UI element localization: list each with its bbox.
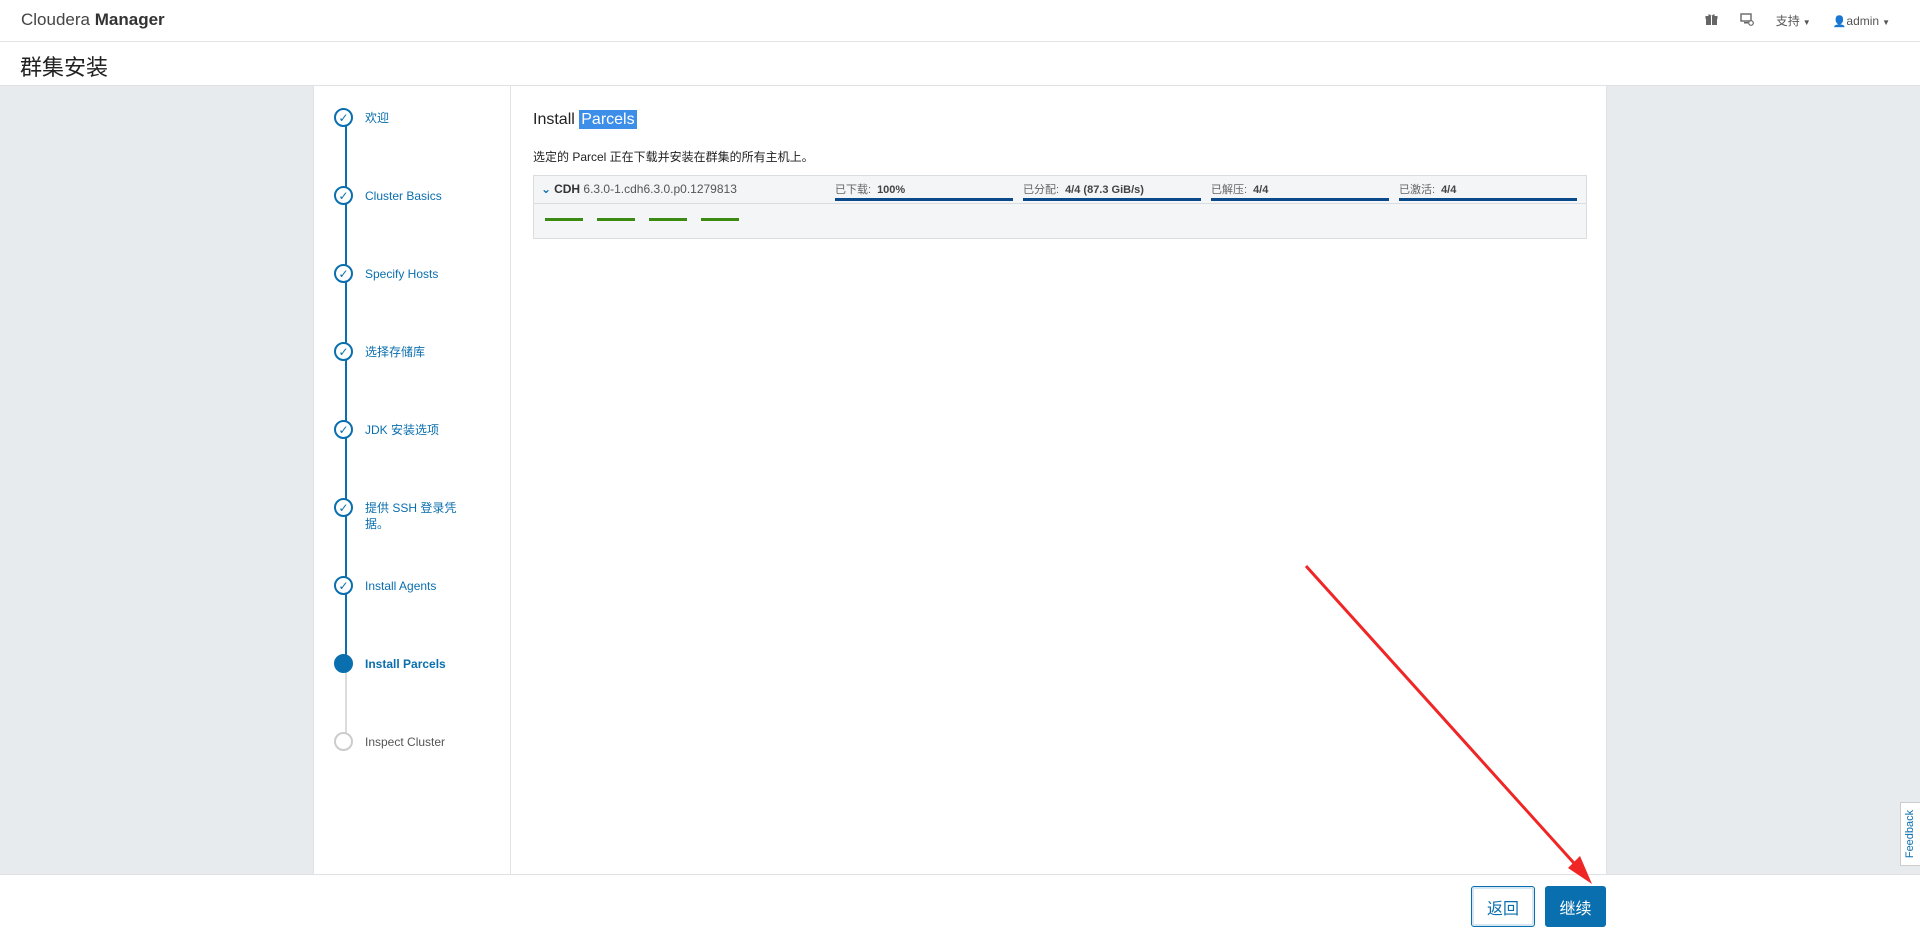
- step-label: Install Agents: [365, 579, 437, 593]
- downloaded-stat: 已下载: 100%: [835, 181, 1013, 201]
- parcel-summary-row[interactable]: ⌄ CDH 6.3.0-1.cdh6.3.0.p0.1279813 已下载: 100…: [534, 176, 1586, 204]
- step-select-repository[interactable]: ✓ 选择存储库: [334, 342, 504, 361]
- hosts-icon[interactable]: [1740, 12, 1754, 29]
- unpacked-label: 已解压:: [1211, 184, 1248, 196]
- gift-icon[interactable]: [1705, 13, 1718, 29]
- step-cluster-basics[interactable]: ✓ Cluster Basics: [334, 186, 504, 205]
- feedback-tab[interactable]: Feedback: [1900, 802, 1920, 866]
- unpacked-progress-bar: [1211, 198, 1389, 201]
- heading-prefix: Install: [533, 111, 575, 128]
- wizard-panel: ✓ 欢迎 ✓ Cluster Basics ✓ Specify Hosts ✓ …: [313, 86, 1607, 874]
- user-menu[interactable]: 👤admin ▼: [1833, 14, 1890, 28]
- step-label: 提供 SSH 登录凭据。: [365, 501, 457, 531]
- check-icon: ✓: [334, 342, 353, 361]
- distributed-value: 4/4 (87.3 GiB/s): [1065, 184, 1144, 196]
- step-rail-pending: [345, 666, 347, 736]
- step-label: Specify Hosts: [365, 267, 439, 281]
- current-step-dot-icon: [334, 654, 353, 673]
- step-label: Inspect Cluster: [365, 735, 446, 749]
- step-jdk-options[interactable]: ✓ JDK 安装选项: [334, 420, 504, 439]
- activated-value: 4/4: [1441, 184, 1457, 196]
- brand-name-light: Cloudera: [21, 10, 90, 29]
- host-progress-bar[interactable]: [649, 218, 687, 221]
- wizard-steps: ✓ 欢迎 ✓ Cluster Basics ✓ Specify Hosts ✓ …: [314, 86, 511, 874]
- activated-progress-bar: [1399, 198, 1577, 201]
- chevron-down-icon: ▼: [1802, 18, 1811, 27]
- check-icon: ✓: [334, 264, 353, 283]
- heading-highlight: Parcels: [579, 110, 637, 129]
- back-button[interactable]: 返回: [1471, 886, 1535, 927]
- top-navbar: Cloudera Manager 支持 ▼ 👤admin ▼: [0, 0, 1920, 42]
- brand-logo[interactable]: Cloudera Manager: [21, 10, 165, 30]
- page-title: 群集安装: [20, 55, 109, 80]
- step-content: Install Parcels 选定的 Parcel 正在下载并安装在群集的所有…: [511, 86, 1606, 874]
- step-label: 欢迎: [365, 111, 390, 125]
- host-progress-bar[interactable]: [545, 218, 583, 221]
- parcel-panel: ⌄ CDH 6.3.0-1.cdh6.3.0.p0.1279813 已下载: 100…: [533, 175, 1587, 239]
- check-icon: ✓: [334, 420, 353, 439]
- step-specify-hosts[interactable]: ✓ Specify Hosts: [334, 264, 504, 283]
- activated-label: 已激活:: [1399, 184, 1436, 196]
- distributed-progress-bar: [1023, 198, 1201, 201]
- unpacked-value: 4/4: [1253, 184, 1269, 196]
- page-header: 群集安装: [0, 42, 1920, 86]
- host-progress-bar[interactable]: [701, 218, 739, 221]
- feedback-label: Feedback: [1904, 809, 1917, 859]
- distributed-stat: 已分配: 4/4 (87.3 GiB/s): [1023, 181, 1201, 201]
- downloaded-value: 100%: [877, 184, 906, 196]
- step-label: Install Parcels: [365, 657, 446, 671]
- chevron-down-icon: ▼: [1882, 17, 1890, 27]
- step-label: Cluster Basics: [365, 189, 442, 203]
- content-heading: Install Parcels: [533, 110, 637, 129]
- downloaded-label: 已下载:: [835, 184, 872, 196]
- content-description: 选定的 Parcel 正在下载并安装在群集的所有主机上。: [533, 150, 814, 164]
- step-label: JDK 安装选项: [365, 423, 440, 437]
- step-ssh-credentials[interactable]: ✓ 提供 SSH 登录凭据。: [334, 498, 504, 532]
- user-label: admin: [1846, 13, 1880, 28]
- check-icon: ✓: [334, 498, 353, 517]
- distributed-label: 已分配:: [1023, 184, 1060, 196]
- chevron-down-icon[interactable]: ⌄: [541, 182, 551, 196]
- step-inspect-cluster: Inspect Cluster: [334, 732, 504, 751]
- check-icon: ✓: [334, 186, 353, 205]
- step-install-agents[interactable]: ✓ Install Agents: [334, 576, 504, 595]
- top-right-menu: 支持 ▼ 👤admin ▼: [1705, 12, 1890, 29]
- continue-button[interactable]: 继续: [1545, 886, 1606, 927]
- user-icon: 👤: [1832, 15, 1847, 28]
- brand-name-bold: Manager: [94, 10, 165, 29]
- check-icon: ✓: [334, 576, 353, 595]
- step-label: 选择存储库: [365, 345, 426, 359]
- wizard-footer: 返回 继续: [0, 874, 1920, 937]
- parcel-name[interactable]: ⌄ CDH 6.3.0-1.cdh6.3.0.p0.1279813: [541, 182, 737, 196]
- downloaded-progress-bar: [835, 198, 1013, 201]
- step-install-parcels[interactable]: Install Parcels: [334, 654, 504, 673]
- host-progress-list: [545, 218, 739, 221]
- step-welcome[interactable]: ✓ 欢迎: [334, 108, 504, 127]
- unpacked-stat: 已解压: 4/4: [1211, 181, 1389, 201]
- host-progress-bar[interactable]: [597, 218, 635, 221]
- support-menu[interactable]: 支持 ▼: [1776, 12, 1811, 29]
- pending-step-dot-icon: [334, 732, 353, 751]
- check-icon: ✓: [334, 108, 353, 127]
- activated-stat: 已激活: 4/4: [1399, 181, 1577, 201]
- support-label: 支持: [1775, 14, 1800, 28]
- parcel-product: CDH: [554, 182, 581, 196]
- parcel-version: 6.3.0-1.cdh6.3.0.p0.1279813: [583, 182, 737, 196]
